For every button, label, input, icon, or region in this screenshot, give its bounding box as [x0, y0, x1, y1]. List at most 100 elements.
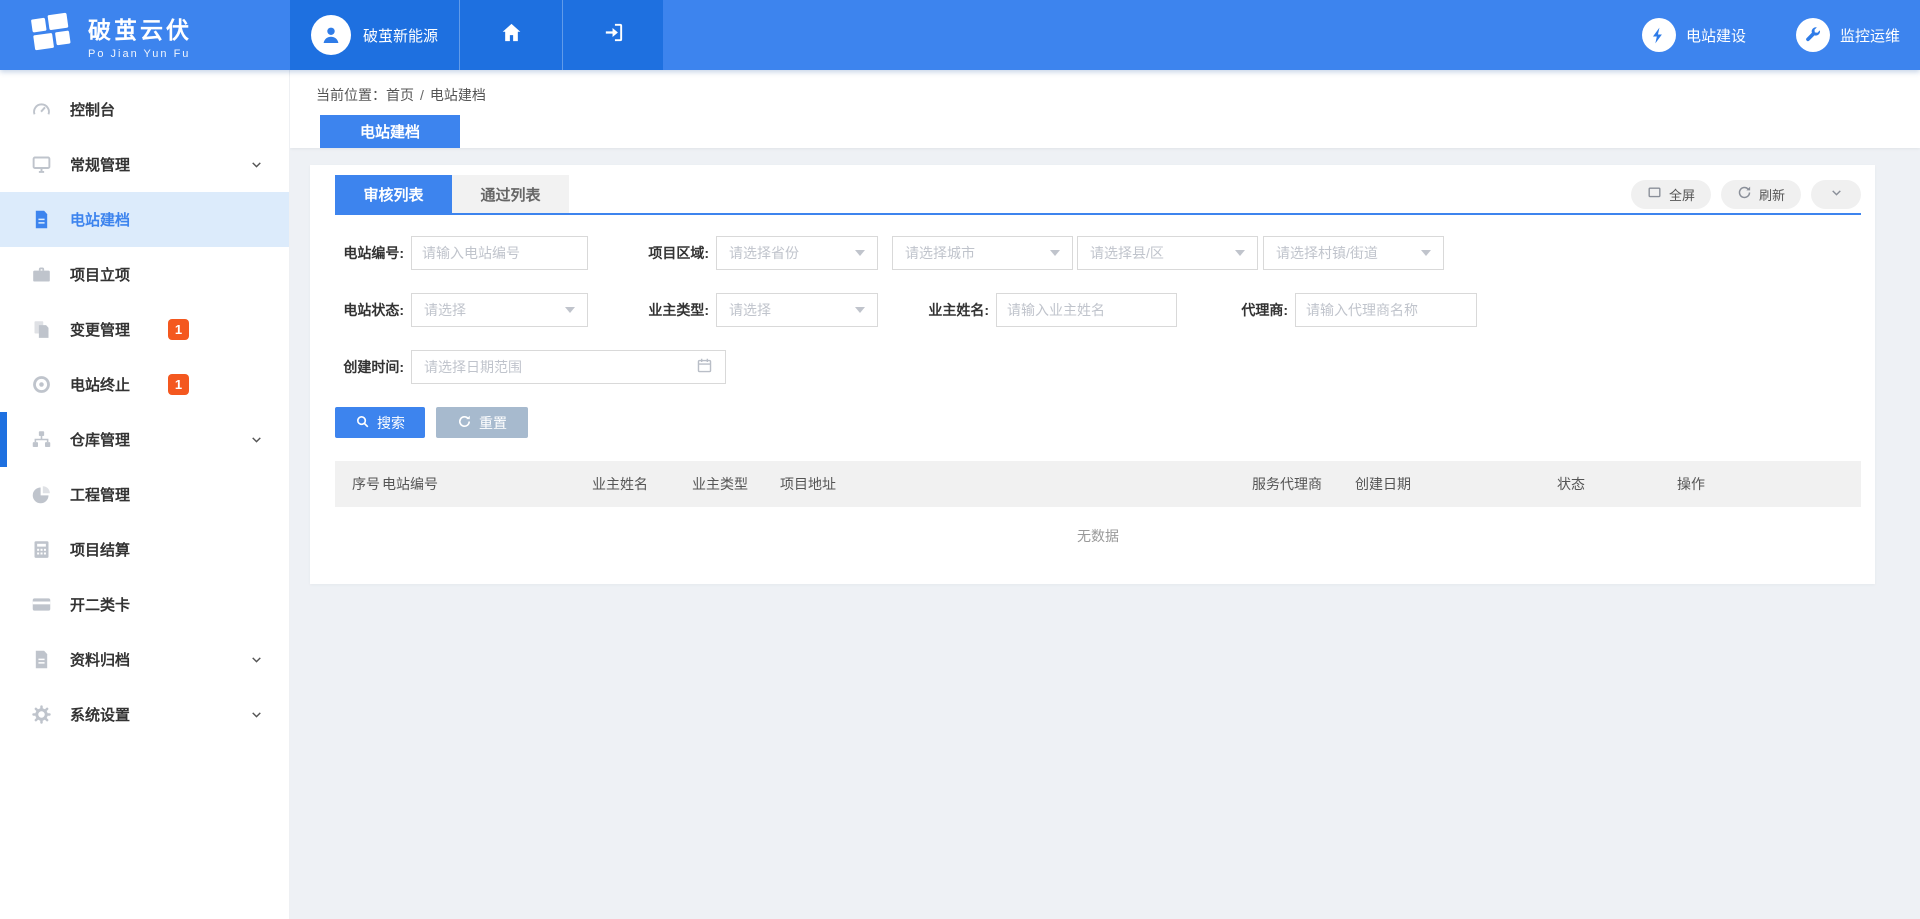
sidebar-item-label: 项目立项 — [70, 264, 130, 285]
chevron-down-icon — [250, 653, 263, 671]
logout-icon — [602, 21, 625, 49]
collapse-button[interactable] — [1811, 180, 1861, 209]
column-header: 业主类型 — [692, 474, 780, 494]
brand-subtitle: Po Jian Yun Fu — [88, 48, 192, 60]
owner-type-select[interactable]: 请选择 — [716, 293, 878, 327]
sidebar-item-system-settings[interactable]: 系统设置 — [0, 687, 289, 742]
province-select[interactable]: 请选择省份 — [716, 236, 878, 270]
lightning-icon — [1642, 18, 1676, 52]
sidebar-item-console[interactable]: 控制台 — [0, 82, 289, 137]
date-range-placeholder: 请选择日期范围 — [424, 357, 522, 377]
status-select[interactable]: 请选择 — [411, 293, 588, 327]
sidebar-item-label: 项目结算 — [70, 539, 130, 560]
brand-title: 破茧云伏 — [88, 11, 192, 45]
reset-icon — [457, 414, 472, 432]
sidebar-item-open-card[interactable]: 开二类卡 — [0, 577, 289, 632]
sidebar-item-station-termination[interactable]: 电站终止 1 — [0, 357, 289, 412]
region-label: 项目区域: — [640, 243, 716, 263]
agent-input[interactable] — [1295, 293, 1477, 327]
panel-card: 审核列表 通过列表 全屏 刷新 — [310, 165, 1875, 584]
topbar-modules: 电站建设 监控运维 — [1642, 0, 1920, 70]
gauge-icon — [30, 99, 52, 121]
notification-badge: 1 — [168, 374, 189, 395]
active-indicator-bar — [0, 412, 7, 467]
city-select-value: 请选择城市 — [905, 243, 975, 263]
breadcrumb: 当前位置：首页/电站建档 — [290, 70, 1920, 105]
caret-down-icon — [1421, 250, 1431, 256]
logout-button[interactable] — [562, 0, 663, 70]
fullscreen-button[interactable]: 全屏 — [1631, 180, 1711, 209]
sidebar-item-label: 开二类卡 — [70, 594, 130, 615]
district-select[interactable]: 请选择县/区 — [1077, 236, 1258, 270]
refresh-icon — [1737, 185, 1752, 203]
home-button[interactable] — [459, 0, 562, 70]
owner-type-label: 业主类型: — [640, 300, 716, 320]
logo-icon — [28, 12, 74, 59]
reset-button[interactable]: 重置 — [436, 407, 528, 438]
sidebar-item-label: 系统设置 — [70, 704, 130, 725]
search-button[interactable]: 搜索 — [335, 407, 425, 438]
chevron-down-icon — [250, 158, 263, 176]
owner-type-select-value: 请选择 — [729, 300, 771, 320]
brand-logo[interactable]: 破茧云伏 Po Jian Yun Fu — [0, 0, 290, 70]
sidebar-item-station-filing[interactable]: 电站建档 — [0, 192, 289, 247]
sidebar-item-label: 仓库管理 — [70, 429, 130, 450]
column-header: 操作 — [1677, 474, 1861, 494]
created-time-label: 创建时间: — [335, 357, 411, 377]
fullscreen-label: 全屏 — [1669, 185, 1695, 204]
chevron-down-icon — [250, 433, 263, 451]
column-header: 项目地址 — [780, 474, 1252, 494]
owner-name-input[interactable] — [996, 293, 1177, 327]
tab-review-list[interactable]: 审核列表 — [335, 175, 452, 213]
tab-passed-list[interactable]: 通过列表 — [452, 175, 569, 213]
sidebar-item-data-archive[interactable]: 资料归档 — [0, 632, 289, 687]
module-station-build[interactable]: 电站建设 — [1642, 18, 1746, 52]
archive-icon — [30, 649, 52, 671]
sidebar-item-project-initiation[interactable]: 项目立项 — [0, 247, 289, 302]
date-range-picker[interactable]: 请选择日期范围 — [411, 350, 726, 384]
notification-badge: 1 — [168, 319, 189, 340]
filter-form: 电站编号: 项目区域: 请选择省份 请选择城市 请选择县/区 — [335, 215, 1861, 438]
user-menu[interactable]: 破茧新能源 — [290, 0, 459, 70]
sidebar-item-label: 控制台 — [70, 99, 115, 120]
breadcrumb-separator: / — [420, 87, 424, 103]
copy-icon — [30, 319, 52, 341]
reset-label: 重置 — [479, 413, 507, 433]
table-header-row: 序号 电站编号 业主姓名 业主类型 项目地址 服务代理商 创建日期 状态 操作 — [335, 461, 1861, 507]
sidebar-item-warehouse-mgmt[interactable]: 仓库管理 — [0, 412, 289, 467]
search-label: 搜索 — [377, 413, 405, 433]
card-icon — [30, 594, 52, 616]
caret-down-icon — [1235, 250, 1245, 256]
table-empty-state: 无数据 — [335, 507, 1861, 565]
column-header: 业主姓名 — [592, 474, 692, 494]
sidebar-item-change-mgmt[interactable]: 变更管理 1 — [0, 302, 289, 357]
company-name: 破茧新能源 — [363, 25, 438, 46]
owner-name-label: 业主姓名: — [920, 300, 996, 320]
gear-icon — [30, 704, 52, 726]
sidebar-item-project-settlement[interactable]: 项目结算 — [0, 522, 289, 577]
module-monitor-ops[interactable]: 监控运维 — [1796, 18, 1900, 52]
page-tab-station-filing[interactable]: 电站建档 — [320, 115, 460, 148]
column-header: 服务代理商 — [1252, 474, 1355, 494]
station-no-input[interactable] — [411, 236, 588, 270]
refresh-button[interactable]: 刷新 — [1721, 180, 1801, 209]
town-select[interactable]: 请选择村镇/街道 — [1263, 236, 1444, 270]
sidebar-item-engineering-mgmt[interactable]: 工程管理 — [0, 467, 289, 522]
breadcrumb-home-link[interactable]: 首页 — [386, 87, 414, 103]
caret-down-icon — [565, 307, 575, 313]
sidebar-item-general-mgmt[interactable]: 常规管理 — [0, 137, 289, 192]
calculator-icon — [30, 539, 52, 561]
monitor-icon — [30, 154, 52, 176]
avatar — [311, 15, 351, 55]
chevron-down-icon — [250, 708, 263, 726]
main-content: 当前位置：首页/电站建档 电站建档 审核列表 通过列表 全屏 — [290, 70, 1920, 919]
breadcrumb-band: 当前位置：首页/电站建档 电站建档 — [290, 70, 1920, 148]
station-no-label: 电站编号: — [335, 243, 411, 263]
sidebar-item-label: 电站建档 — [70, 209, 130, 230]
home-icon — [500, 21, 523, 49]
city-select[interactable]: 请选择城市 — [892, 236, 1073, 270]
search-icon — [355, 414, 370, 432]
refresh-label: 刷新 — [1759, 185, 1785, 204]
briefcase-icon — [30, 264, 52, 286]
status-label: 电站状态: — [335, 300, 411, 320]
